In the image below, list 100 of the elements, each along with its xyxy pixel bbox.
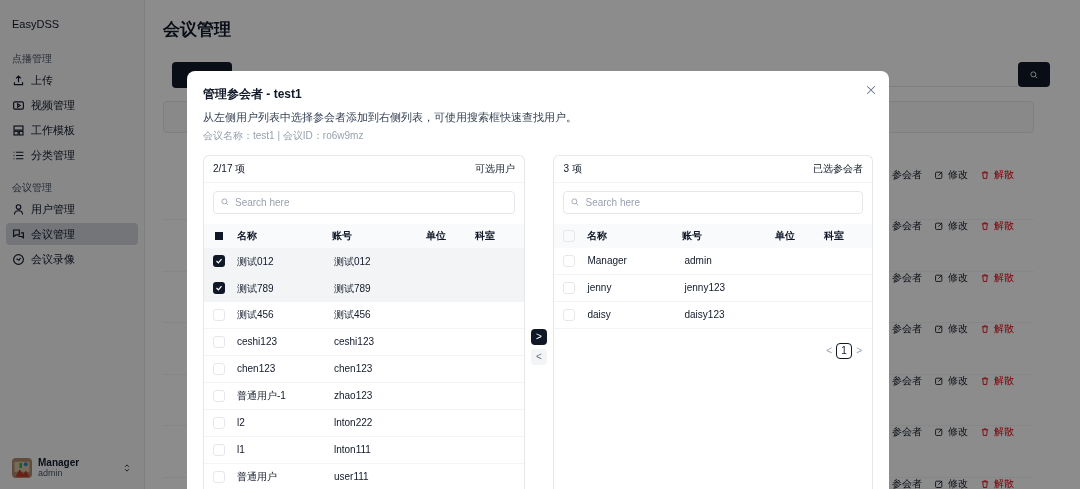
checkbox[interactable] [213,255,225,267]
search-icon [220,197,230,207]
page-button[interactable]: 1 [836,342,853,359]
edit-icon [934,375,944,386]
column-header: 名称 [237,229,258,243]
sidebar-item[interactable]: 视频管理 [6,94,138,116]
participants-link[interactable]: 参会者 [892,220,922,232]
user-icon [12,202,25,216]
section-label: 点播管理 [11,51,53,66]
checkbox[interactable] [213,229,225,242]
table-cell-text: 测试789 [237,281,275,296]
edit-link[interactable]: 修改 [934,271,968,284]
meeting-info: 会议名称：test1 | 会议ID：ro6w9mz [203,128,365,143]
table-cell-text: 测试012 [237,254,275,269]
table-cell-text: lnton222 [334,416,374,430]
column-header: 科室 [475,229,497,243]
edit-icon [934,272,944,283]
user-account: admin [38,468,63,479]
checkbox[interactable] [563,254,576,267]
trash-icon [980,324,990,334]
table-cell-text: 普通用户-1 [237,389,287,403]
upload-icon [12,73,25,87]
table-cell-text: user111 [334,470,370,484]
table-cell-text: 普通用户 [237,470,278,484]
trash-icon [980,169,990,180]
edit-link[interactable]: 修改 [934,426,968,438]
sidebar-item[interactable]: 上传 [6,69,138,91]
chat-icon [12,227,25,241]
dissolve-link[interactable]: 解散 [980,477,1014,489]
user-name: Manager [38,457,80,468]
item-count: 3 项 [563,162,582,176]
edit-link[interactable]: 修改 [934,323,968,335]
checkbox[interactable] [213,362,225,375]
table-cell-text: 测试789 [334,281,372,296]
sidebar-item[interactable]: 工作模板 [6,119,138,141]
sidebar-item[interactable]: 会议管理 [6,223,138,245]
table-cell-text: 测试456 [237,308,275,322]
brand-name: EasyDSS [11,17,61,32]
dissolve-link[interactable]: 解散 [980,374,1014,387]
trash-icon [980,478,990,489]
edit-link[interactable]: 修改 [934,220,968,232]
dissolve-link[interactable]: 解散 [980,426,1014,438]
edit-link[interactable]: 修改 [934,374,968,387]
section-label: 会议管理 [11,180,53,195]
checkbox[interactable] [563,308,576,321]
edit-link[interactable]: 修改 [934,168,968,181]
column-header: 账号 [332,229,354,243]
table-cell-text: jenny123 [684,281,727,295]
checkbox[interactable] [213,416,225,429]
panel-caption: 可选用户 [474,162,515,176]
column-header: 单位 [775,229,797,243]
participants-link[interactable]: 参会者 [892,374,922,387]
table-cell-text: Manager [587,254,628,268]
sidebar-item[interactable]: 用户管理 [6,198,138,220]
trash-icon [980,272,990,283]
table-cell-text: chen123 [334,362,374,376]
checkbox[interactable] [213,389,225,402]
search-field[interactable]: Search here [563,190,863,214]
participants-link[interactable]: 参会者 [892,271,922,284]
table-cell-text: daisy [587,308,612,322]
column-header: 科室 [823,229,845,243]
checkbox[interactable] [563,281,576,294]
participants-link[interactable]: 参会者 [892,323,922,335]
participants-link[interactable]: 参会者 [892,168,922,181]
search-button[interactable] [1018,62,1050,87]
checkbox[interactable] [213,470,225,483]
close-icon[interactable] [865,84,877,96]
edit-icon [934,427,944,437]
search-icon [570,197,581,207]
checkbox[interactable] [213,282,225,294]
table-cell-text: 测试456 [334,308,372,322]
dissolve-link[interactable]: 解散 [980,323,1014,335]
page-title: 会议管理 [163,19,232,41]
column-header: 单位 [425,229,447,243]
checkbox[interactable] [213,335,225,348]
search-field[interactable]: Search here [213,190,515,214]
checkbox[interactable] [213,443,225,456]
dissolve-link[interactable]: 解散 [980,271,1014,284]
column-header: 账号 [682,229,704,243]
chevron-up-down-icon[interactable] [122,463,132,473]
sidebar-item[interactable]: 分类管理 [6,144,138,166]
sidebar-item[interactable]: 会议录像 [6,248,138,270]
dissolve-link[interactable]: 解散 [980,220,1014,232]
trash-icon [980,427,990,437]
checkbox[interactable] [213,308,225,321]
table-cell-text: daisy123 [684,308,726,322]
table-cell-text: admin [684,254,713,268]
trash-icon [980,375,990,386]
check-icon [214,283,224,293]
table-cell-text: jenny [587,281,613,295]
participants-link[interactable]: 参会者 [892,426,922,438]
previous-page-button[interactable]: < [826,343,833,358]
transfer-button[interactable]: > [531,328,547,345]
edit-icon [934,324,944,334]
clock-icon [12,252,25,266]
table-cell-text: ceshi123 [334,335,376,349]
edit-link[interactable]: 修改 [934,477,968,489]
participants-link[interactable]: 参会者 [892,477,922,489]
table-cell-text: l2 [237,416,246,430]
dissolve-link[interactable]: 解散 [980,168,1014,181]
